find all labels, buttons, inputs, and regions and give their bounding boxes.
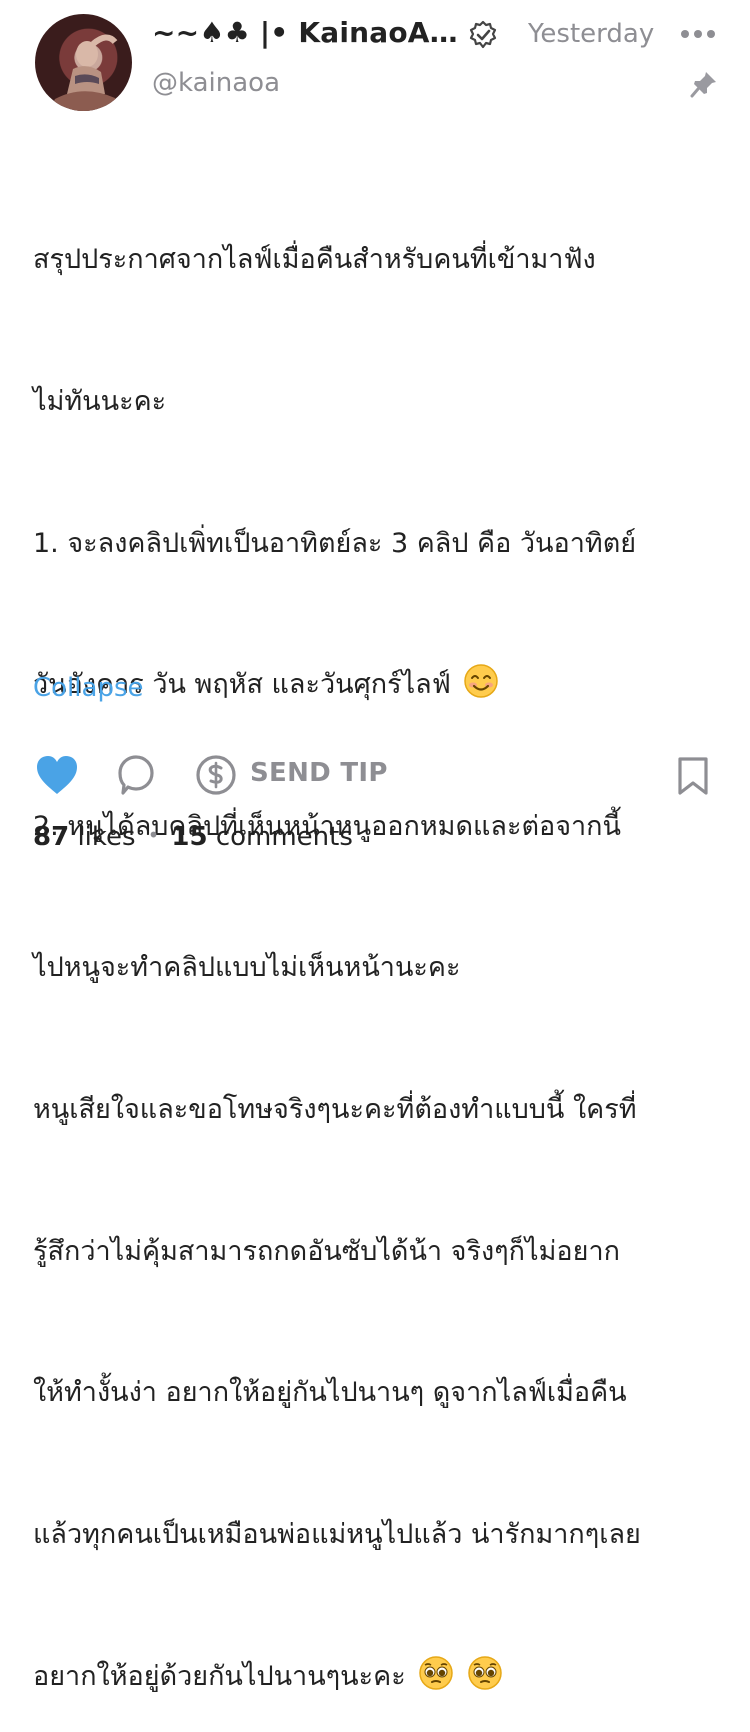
comment-bubble-icon[interactable] [117,754,155,796]
avatar[interactable] [35,14,132,111]
bookmark-icon[interactable] [676,756,710,796]
comments-stat[interactable]: 15 comments [171,822,353,852]
post-header: ~~♠♣ |• KainaoA… Yesterday @kainaoa [0,0,750,120]
display-name[interactable]: ~~♠♣ |• KainaoA… [152,16,458,49]
collapse-link[interactable]: Collapse [33,673,144,703]
separator-dot: • [147,823,160,847]
pleading-face-emoji [419,1655,454,1690]
post-line: อยากให้อยู่ด้วยกันไปนานๆนะคะ [33,1653,723,1700]
heart-icon[interactable] [35,754,79,796]
pleading-face-emoji [468,1655,502,1690]
post-timestamp: Yesterday [528,19,655,49]
user-handle[interactable]: @kainaoa [152,68,280,98]
send-tip-button[interactable]: SEND TIP [250,758,388,788]
post-line: 1. จะลงคลิปเพิ่ทเป็นอาทิตย์ละ 3 คลิป คือ… [33,527,637,559]
more-dots-icon[interactable] [680,24,716,44]
action-bar: SEND TIP [0,748,750,804]
likes-stat[interactable]: 87 likes [33,822,136,852]
post-line: แล้วทุกคนเป็นเหมือนพ่อแม่หนูไปแล้ว น่ารั… [33,1518,641,1550]
post-line: ไปหนูจะทำคลิปแบบไม่เห็นหน้านะคะ [33,952,461,984]
post-stats: 87 likes • 15 comments [33,822,353,852]
post-line: หนูเสียใจและขอโทษจริงๆนะคะที่ต้องทำแบบนี… [33,1094,637,1126]
smiling-face-emoji [464,664,499,698]
post-body: สรุปประกาศจากไลฟ์เมื่อคืนสำหรับคนที่เข้า… [33,142,723,1732]
verified-check-icon [469,20,497,49]
pin-icon [690,72,716,98]
post-line: ให้ทำงั้นง่า อยากให้อยู่กันไปนานๆ ดูจากไ… [33,1377,627,1409]
post-line: รู้สึกว่าไม่คุ้มสามารถกดอันซับได้น้า จริ… [33,1235,620,1267]
dollar-coin-icon[interactable] [195,754,237,796]
post-line: ไม่ทันนะคะ [33,386,167,418]
post-line: สรุปประกาศจากไลฟ์เมื่อคืนสำหรับคนที่เข้า… [33,244,596,276]
